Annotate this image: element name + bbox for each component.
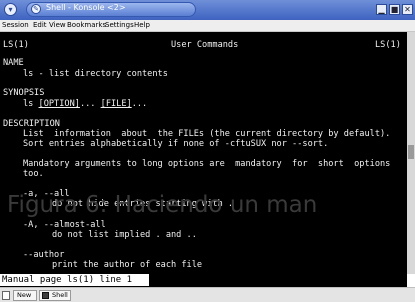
window-menu-icon[interactable]: ▾ xyxy=(4,3,17,16)
man-header-left: LS(1) xyxy=(3,40,29,50)
menu-edit[interactable]: Edit xyxy=(33,21,47,29)
section-name-heading: NAME xyxy=(3,58,24,68)
synopsis-option: [OPTION] xyxy=(38,99,80,109)
terminal-icon xyxy=(42,292,49,299)
window-title: Shell - Konsole <2> xyxy=(46,3,126,12)
maximize-button[interactable]: ■ xyxy=(389,4,400,15)
tab-shell[interactable]: Shell xyxy=(39,290,71,301)
synopsis-mid: ... xyxy=(79,99,101,109)
close-button[interactable]: ✕ xyxy=(402,4,413,15)
minimize-button[interactable]: ▁ xyxy=(376,4,387,15)
synopsis-line: ls [OPTION]... [FILE]... xyxy=(23,99,147,109)
description-line-2: Sort entries alphabetically if none of -… xyxy=(23,139,329,149)
option-author: --author xyxy=(23,250,65,260)
menu-help[interactable]: Help xyxy=(134,21,150,29)
tab-shell-label: Shell xyxy=(52,291,68,299)
menu-settings[interactable]: Settings xyxy=(105,21,134,29)
scrollbar-thumb[interactable] xyxy=(408,145,414,159)
figure-caption: Figura 6: Haciendo un man xyxy=(7,192,318,218)
pager-status-line: Manual page ls(1) line 1 xyxy=(0,274,150,287)
section-description-heading: DESCRIPTION xyxy=(3,119,60,129)
tab-new[interactable]: New xyxy=(13,290,37,301)
menu-bookmarks[interactable]: Bookmarks xyxy=(67,21,106,29)
session-tab-bar: New Shell xyxy=(0,287,415,302)
man-header-right: LS(1) xyxy=(375,40,401,50)
man-header-center: User Commands xyxy=(171,40,239,50)
option-author-desc: print the author of each file xyxy=(52,260,203,270)
konsole-app-icon: ✎ xyxy=(31,4,41,14)
synopsis-cmd: ls xyxy=(23,99,39,109)
description-line-3: Mandatory arguments to long options are … xyxy=(23,159,391,169)
name-line: ls - list directory contents xyxy=(23,69,168,79)
new-session-icon[interactable] xyxy=(2,291,10,300)
terminal-area[interactable]: LS(1) User Commands LS(1) NAME ls - list… xyxy=(0,32,407,274)
menu-session[interactable]: Session xyxy=(2,21,29,29)
description-line-1: List information about the FILEs (the cu… xyxy=(23,129,391,139)
status-line-fill xyxy=(150,274,407,287)
menu-bar: Session Edit View Bookmarks Settings Hel… xyxy=(0,20,415,32)
synopsis-file: [FILE] xyxy=(100,99,132,109)
tab-new-label: New xyxy=(17,291,32,299)
title-bar: ▾ ✎ Shell - Konsole <2> ▁ ■ ✕ xyxy=(0,0,415,20)
option-almost-all-desc: do not list implied . and .. xyxy=(52,230,197,240)
menu-view[interactable]: View xyxy=(49,21,66,29)
synopsis-end: ... xyxy=(131,99,148,109)
option-almost-all: -A, --almost-all xyxy=(23,220,106,230)
description-line-4: too. xyxy=(23,169,44,179)
section-synopsis-heading: SYNOPSIS xyxy=(3,88,45,98)
